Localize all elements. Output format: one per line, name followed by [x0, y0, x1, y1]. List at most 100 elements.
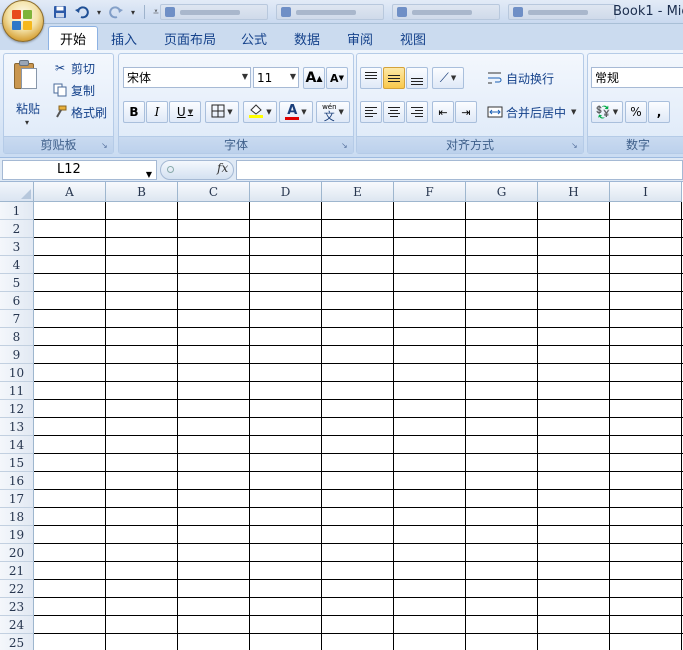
blurred-window-tab[interactable]: [392, 4, 500, 20]
fill-color-button[interactable]: ▼: [243, 101, 277, 123]
row-header-3[interactable]: 3: [0, 238, 34, 256]
row-header-8[interactable]: 8: [0, 328, 34, 346]
comma-style-button[interactable]: ,: [648, 101, 670, 123]
cell-area[interactable]: [34, 202, 683, 650]
row-header-9[interactable]: 9: [0, 346, 34, 364]
phonetic-guide-button[interactable]: wén 文 ▼: [316, 101, 350, 123]
column-header-h[interactable]: H: [538, 182, 610, 202]
tab-formulas[interactable]: 公式: [230, 26, 278, 50]
cut-button[interactable]: ✂ 剪切: [52, 58, 95, 78]
font-color-dropdown-icon[interactable]: ▼: [301, 108, 306, 116]
row-header-6[interactable]: 6: [0, 292, 34, 310]
paste-dropdown-icon[interactable]: ▾: [25, 118, 29, 127]
office-button[interactable]: [2, 0, 44, 42]
paste-button[interactable]: 粘贴 ▾: [10, 58, 46, 128]
column-header-e[interactable]: E: [322, 182, 394, 202]
format-painter-button[interactable]: 格式刷: [52, 102, 107, 122]
increase-indent-button[interactable]: ⇥: [455, 101, 477, 123]
clipboard-dialog-launcher-icon[interactable]: ↘: [101, 141, 110, 150]
orientation-button[interactable]: ⟋ ▼: [432, 67, 464, 89]
column-header-c[interactable]: C: [178, 182, 250, 202]
font-size-dropdown-icon[interactable]: ▼: [290, 72, 296, 81]
tab-page-layout[interactable]: 页面布局: [153, 26, 227, 50]
row-header-16[interactable]: 16: [0, 472, 34, 490]
grow-font-button[interactable]: A ▲: [303, 67, 325, 89]
row-header-12[interactable]: 12: [0, 400, 34, 418]
row-header-17[interactable]: 17: [0, 490, 34, 508]
font-size-combo[interactable]: 11 ▼: [253, 67, 299, 88]
row-header-21[interactable]: 21: [0, 562, 34, 580]
alignment-dialog-launcher-icon[interactable]: ↘: [571, 141, 580, 150]
column-header-f[interactable]: F: [394, 182, 466, 202]
formula-input[interactable]: [236, 160, 683, 180]
underline-button[interactable]: U ▼: [169, 101, 201, 123]
expand-formula-icon[interactable]: [167, 166, 174, 173]
borders-button[interactable]: ▼: [205, 101, 239, 123]
undo-icon[interactable]: [72, 3, 92, 21]
row-header-15[interactable]: 15: [0, 454, 34, 472]
select-all-corner[interactable]: [0, 182, 34, 202]
fill-color-dropdown-icon[interactable]: ▼: [266, 108, 271, 116]
column-header-d[interactable]: D: [250, 182, 322, 202]
bold-button[interactable]: B: [123, 101, 145, 123]
wrap-text-button[interactable]: 自动换行: [487, 68, 554, 88]
align-left-button[interactable]: [360, 101, 382, 123]
phonetic-dropdown-icon[interactable]: ▼: [339, 108, 344, 116]
font-name-dropdown-icon[interactable]: ▼: [242, 72, 248, 81]
accounting-dropdown-icon[interactable]: ▼: [613, 108, 618, 116]
row-header-19[interactable]: 19: [0, 526, 34, 544]
row-header-7[interactable]: 7: [0, 310, 34, 328]
insert-function-icon[interactable]: fx: [217, 161, 228, 175]
redo-dropdown-icon[interactable]: ▾: [128, 8, 138, 17]
name-box[interactable]: L12 ▼: [2, 160, 157, 180]
row-header-4[interactable]: 4: [0, 256, 34, 274]
row-header-24[interactable]: 24: [0, 616, 34, 634]
tab-home[interactable]: 开始: [48, 26, 99, 50]
font-color-button[interactable]: A ▼: [279, 101, 313, 123]
row-header-11[interactable]: 11: [0, 382, 34, 400]
align-middle-button[interactable]: [383, 67, 405, 89]
italic-button[interactable]: I: [146, 101, 168, 123]
undo-dropdown-icon[interactable]: ▾: [94, 8, 104, 17]
decrease-indent-button[interactable]: ⇤: [432, 101, 454, 123]
underline-dropdown-icon[interactable]: ▼: [188, 108, 193, 116]
align-center-button[interactable]: [383, 101, 405, 123]
row-header-23[interactable]: 23: [0, 598, 34, 616]
row-header-25[interactable]: 25: [0, 634, 34, 650]
tab-review[interactable]: 审阅: [336, 26, 384, 50]
merge-center-button[interactable]: 合并后居中 ▼: [487, 102, 576, 122]
percent-style-button[interactable]: %: [625, 101, 647, 123]
column-header-b[interactable]: B: [106, 182, 178, 202]
column-header-i[interactable]: I: [610, 182, 682, 202]
column-header-a[interactable]: A: [34, 182, 106, 202]
align-bottom-button[interactable]: [406, 67, 428, 89]
font-dialog-launcher-icon[interactable]: ↘: [341, 141, 350, 150]
blurred-window-tab[interactable]: [160, 4, 268, 20]
blurred-window-tab[interactable]: [508, 4, 616, 20]
tab-view[interactable]: 视图: [389, 26, 437, 50]
number-format-combo[interactable]: 常规: [591, 67, 683, 88]
merge-center-dropdown-icon[interactable]: ▼: [571, 108, 576, 116]
row-header-14[interactable]: 14: [0, 436, 34, 454]
font-name-combo[interactable]: 宋体 ▼: [123, 67, 251, 88]
tab-data[interactable]: 数据: [283, 26, 331, 50]
borders-dropdown-icon[interactable]: ▼: [227, 108, 232, 116]
worksheet-grid[interactable]: ABCDEFGHI 1 2 3 4 5 6 7 8 9 10 11 12 13 14 15 16 17 18 19 2…: [0, 182, 683, 650]
column-header-g[interactable]: G: [466, 182, 538, 202]
row-header-20[interactable]: 20: [0, 544, 34, 562]
shrink-font-button[interactable]: A ▼: [326, 67, 348, 89]
row-header-13[interactable]: 13: [0, 418, 34, 436]
blurred-window-tab[interactable]: [276, 4, 384, 20]
tab-insert[interactable]: 插入: [100, 26, 148, 50]
orientation-dropdown-icon[interactable]: ▼: [451, 74, 456, 82]
save-icon[interactable]: [50, 3, 70, 21]
row-header-1[interactable]: 1: [0, 202, 34, 220]
align-right-button[interactable]: [406, 101, 428, 123]
row-header-18[interactable]: 18: [0, 508, 34, 526]
row-header-10[interactable]: 10: [0, 364, 34, 382]
redo-icon[interactable]: [106, 3, 126, 21]
row-header-5[interactable]: 5: [0, 274, 34, 292]
align-top-button[interactable]: [360, 67, 382, 89]
row-header-22[interactable]: 22: [0, 580, 34, 598]
accounting-format-button[interactable]: 💱 ▼: [591, 101, 623, 123]
